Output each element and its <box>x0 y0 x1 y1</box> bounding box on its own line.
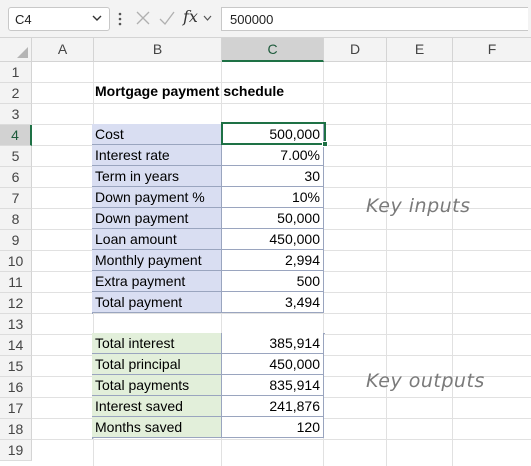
row-header[interactable]: 7 <box>0 188 32 209</box>
row-header[interactable]: 3 <box>0 104 32 125</box>
input-value[interactable]: 7.00% <box>222 145 324 166</box>
formula-input[interactable]: 500000 <box>221 7 528 31</box>
row-header[interactable]: 5 <box>0 146 32 167</box>
output-label[interactable]: Months saved <box>92 417 222 438</box>
input-value[interactable]: 450,000 <box>222 229 324 250</box>
chevron-down-icon[interactable] <box>91 11 103 25</box>
input-label[interactable]: Interest rate <box>92 145 222 166</box>
output-label[interactable]: Total interest <box>92 333 222 354</box>
input-value[interactable]: 2,994 <box>222 250 324 271</box>
column-header-c[interactable]: C <box>222 38 324 62</box>
sheet-title[interactable]: Mortgage payment schedule <box>95 83 284 99</box>
more-options-icon[interactable] <box>117 10 123 28</box>
key-outputs-note[interactable]: Key outputs <box>366 370 485 392</box>
column-header-d[interactable]: D <box>324 38 387 62</box>
output-label[interactable]: Interest saved <box>92 396 222 417</box>
row-header[interactable]: 17 <box>0 398 32 419</box>
input-label[interactable]: Cost <box>92 124 222 145</box>
input-label[interactable]: Monthly payment <box>92 250 222 271</box>
cancel-x-icon[interactable] <box>134 9 152 27</box>
row-header[interactable]: 9 <box>0 230 32 251</box>
column-header-a[interactable]: A <box>32 38 94 62</box>
active-cell-selection[interactable] <box>221 122 328 147</box>
output-value[interactable]: 835,914 <box>222 375 324 396</box>
name-box[interactable]: C4 <box>8 7 110 31</box>
row-header[interactable]: 10 <box>0 251 32 272</box>
confirm-check-icon[interactable] <box>158 9 176 27</box>
output-value[interactable]: 120 <box>222 417 324 438</box>
input-label[interactable]: Extra payment <box>92 271 222 292</box>
chevron-down-icon[interactable] <box>202 13 213 23</box>
key-inputs-note[interactable]: Key inputs <box>366 195 471 217</box>
input-label[interactable]: Down payment <box>92 208 222 229</box>
row-header[interactable]: 4 <box>0 125 32 146</box>
row-header[interactable]: 13 <box>0 314 32 335</box>
input-label[interactable]: Loan amount <box>92 229 222 250</box>
insert-function-icon[interactable]: fx <box>183 7 198 26</box>
output-value[interactable]: 385,914 <box>222 333 324 354</box>
column-header-e[interactable]: E <box>387 38 453 62</box>
row-header[interactable]: 14 <box>0 335 32 356</box>
row-header[interactable]: 2 <box>0 83 32 104</box>
input-label[interactable]: Total payment <box>92 292 222 313</box>
formula-value[interactable]: 500000 <box>230 12 273 27</box>
input-value[interactable]: 500 <box>222 271 324 292</box>
column-header-b[interactable]: B <box>94 38 222 62</box>
row-header[interactable]: 6 <box>0 167 32 188</box>
input-value[interactable]: 3,494 <box>222 292 324 313</box>
output-value[interactable]: 241,876 <box>222 396 324 417</box>
row-header[interactable]: 12 <box>0 293 32 314</box>
column-header-f[interactable]: F <box>453 38 531 62</box>
row-header[interactable]: 11 <box>0 272 32 293</box>
fill-handle[interactable] <box>322 141 328 147</box>
output-value[interactable]: 450,000 <box>222 354 324 375</box>
input-value[interactable]: 30 <box>222 166 324 187</box>
row-header[interactable]: 19 <box>0 440 32 461</box>
output-label[interactable]: Total principal <box>92 354 222 375</box>
input-value[interactable]: 50,000 <box>222 208 324 229</box>
row-header[interactable]: 16 <box>0 377 32 398</box>
input-label[interactable]: Down payment % <box>92 187 222 208</box>
input-label[interactable]: Term in years <box>92 166 222 187</box>
name-box-value[interactable]: C4 <box>15 12 32 27</box>
formula-bar: C4 fx 500000 <box>0 0 531 38</box>
row-header[interactable]: 8 <box>0 209 32 230</box>
select-all-corner[interactable] <box>0 38 32 62</box>
input-value[interactable]: 10% <box>222 187 324 208</box>
row-header[interactable]: 1 <box>0 62 32 83</box>
row-header[interactable]: 18 <box>0 419 32 440</box>
output-label[interactable]: Total payments <box>92 375 222 396</box>
row-header[interactable]: 15 <box>0 356 32 377</box>
